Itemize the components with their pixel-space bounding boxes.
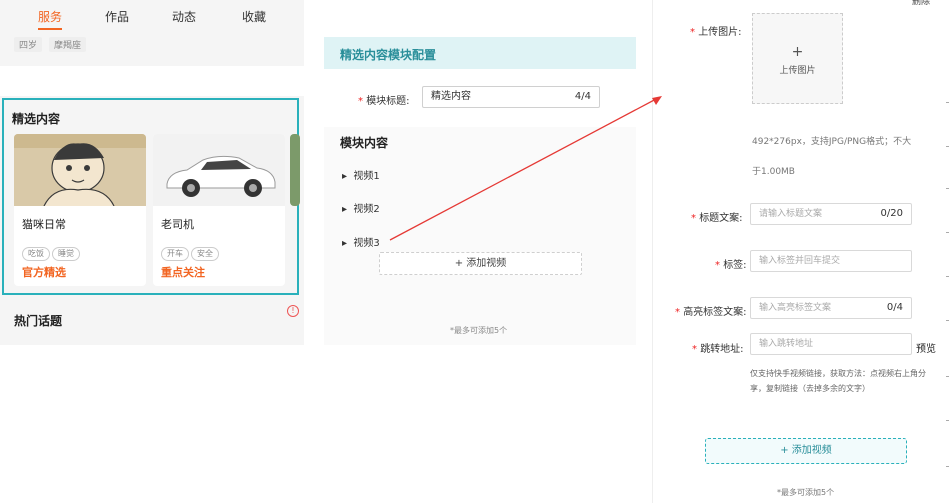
- scroll-tick: [946, 276, 949, 277]
- jump-url-label: * 跳转地址:: [692, 344, 744, 355]
- card-title: 老司机: [161, 218, 194, 231]
- module-title-count: 4/4: [574, 91, 591, 102]
- plus-icon: +: [791, 44, 804, 60]
- caret-right-icon: ▸: [342, 204, 348, 215]
- video-item-2[interactable]: ▸ 视频2: [342, 200, 380, 215]
- video-item-3[interactable]: ▸ 视频3: [342, 234, 380, 249]
- add-video-button[interactable]: + 添加视频: [379, 252, 582, 275]
- tab-service[interactable]: 服务: [38, 8, 62, 25]
- caret-right-icon: ▸: [342, 238, 348, 249]
- highlight-tag-count: 0/4: [886, 302, 903, 313]
- card-chip: 安全: [191, 247, 219, 261]
- add-video-button-right[interactable]: + 添加视频: [705, 438, 907, 464]
- tab-works[interactable]: 作品: [105, 8, 129, 25]
- title-copy-input[interactable]: 请输入标题文案 0/20: [750, 203, 912, 225]
- module-title-input[interactable]: 精选内容 4/4: [422, 86, 600, 108]
- featured-card-partial[interactable]: [290, 134, 300, 206]
- highlight-tag-input[interactable]: 输入高亮标签文案 0/4: [750, 297, 912, 319]
- module-title-label: * 模块标题:: [358, 96, 410, 107]
- tab-favorite[interactable]: 收藏: [242, 8, 266, 25]
- max-videos-note: *最多可添加5个: [450, 326, 508, 335]
- required-mark: *: [691, 213, 696, 224]
- scroll-tick: [946, 420, 949, 421]
- jump-url-hint: 仅支持快手视频链接，获取方法：点视频右上角分享，复制链接（去掉多余的文字）: [750, 369, 926, 393]
- car-thumbnail: [153, 134, 285, 206]
- highlight-tag-label: * 高亮标签文案:: [675, 307, 747, 318]
- required-mark: *: [692, 344, 697, 355]
- warning-icon[interactable]: !: [287, 305, 299, 317]
- card-chip: 睡觉: [52, 247, 80, 261]
- featured-card-cat[interactable]: 猫咪日常 吃饭 睡觉 官方精选: [14, 134, 146, 286]
- profile-tab-bar: [0, 66, 304, 96]
- caret-right-icon: ▸: [342, 171, 348, 182]
- scroll-tick: [946, 146, 949, 147]
- tag-placeholder: 输入标签并回车提交: [759, 256, 841, 266]
- title-copy-label: * 标题文案:: [691, 213, 743, 224]
- upload-hint-size: 于1.00MB: [752, 167, 795, 177]
- scroll-tick: [946, 188, 949, 189]
- required-mark: *: [690, 27, 695, 38]
- max-videos-note-right: *最多可添加5个: [777, 488, 835, 497]
- jump-url-input[interactable]: 输入跳转地址: [750, 333, 912, 355]
- upload-image-label: * 上传图片:: [690, 27, 742, 38]
- tag-label: * 标签:: [715, 260, 747, 271]
- preview-link[interactable]: 预览: [916, 340, 936, 355]
- card-chip: 开车: [161, 247, 189, 261]
- required-mark: *: [715, 260, 720, 271]
- featured-section-title: 精选内容: [12, 112, 61, 126]
- card-highlight-label: 重点关注: [161, 266, 205, 279]
- config-panel-title: 精选内容模块配置: [340, 48, 437, 62]
- module-content-title: 模块内容: [340, 136, 389, 150]
- active-tab-indicator: [38, 28, 62, 30]
- tab-activity[interactable]: 动态: [172, 8, 196, 25]
- scroll-tick: [946, 376, 949, 377]
- upload-image-text: 上传图片: [779, 66, 816, 76]
- scroll-tick: [946, 320, 949, 321]
- module-title-value: 精选内容: [431, 91, 471, 102]
- required-mark: *: [675, 307, 680, 318]
- profile-tag-age: 四岁: [14, 37, 43, 52]
- title-copy-count: 0/20: [880, 208, 903, 219]
- featured-card-car[interactable]: 老司机 开车 安全 重点关注: [153, 134, 285, 286]
- scroll-tick: [946, 102, 949, 103]
- title-copy-placeholder: 请输入标题文案: [759, 209, 823, 219]
- card-chip: 吃饭: [22, 247, 50, 261]
- card-highlight-label: 官方精选: [22, 266, 66, 279]
- jump-url-placeholder: 输入跳转地址: [759, 339, 814, 349]
- cat-drawing-thumbnail: [14, 134, 146, 206]
- card-title: 猫咪日常: [22, 218, 66, 231]
- scroll-tick: [946, 466, 949, 467]
- upload-hint: 492*276px，支持JPG/PNG格式；不大: [752, 137, 912, 147]
- highlight-tag-placeholder: 输入高亮标签文案: [759, 303, 832, 313]
- required-mark: *: [358, 96, 363, 107]
- delete-link[interactable]: 删除: [912, 0, 930, 7]
- scroll-tick: [946, 232, 949, 233]
- hot-topics-title: 热门话题: [14, 314, 63, 328]
- tag-input[interactable]: 输入标签并回车提交: [750, 250, 912, 272]
- upload-image-dropzone[interactable]: + 上传图片: [752, 13, 843, 104]
- video-item-1[interactable]: ▸ 视频1: [342, 167, 380, 182]
- profile-tag-zodiac: 摩羯座: [49, 37, 87, 52]
